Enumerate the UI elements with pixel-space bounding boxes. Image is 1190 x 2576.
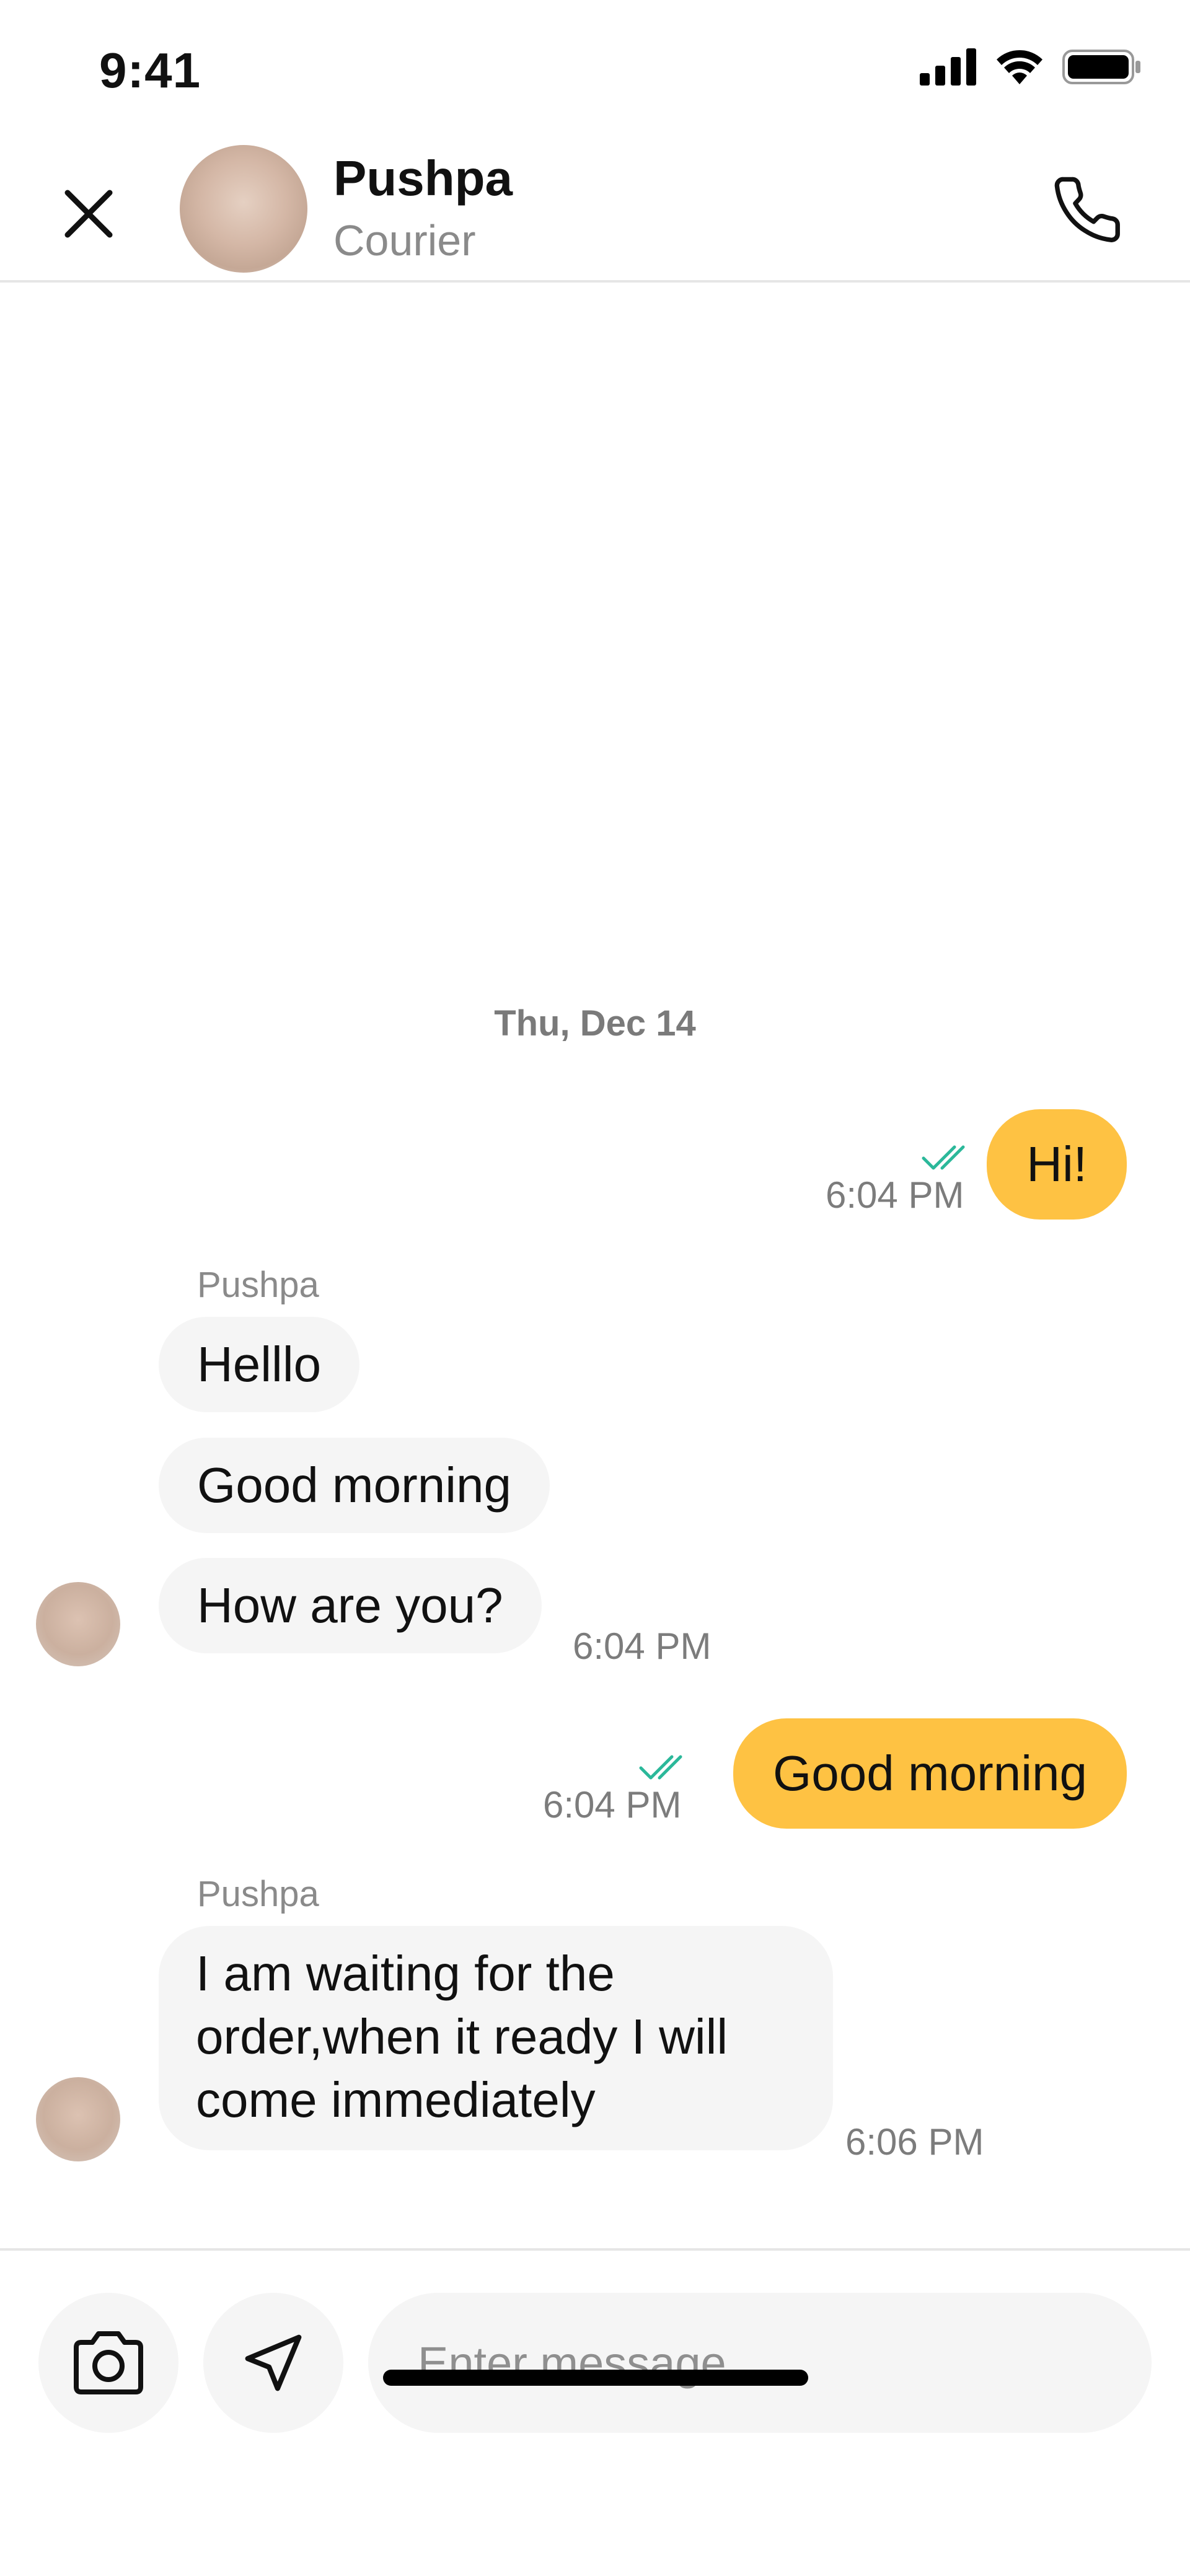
message-time: 6:04 PM — [573, 1625, 712, 1667]
call-button[interactable] — [1050, 171, 1130, 252]
date-divider: Thu, Dec 14 — [494, 1003, 696, 1044]
wifi-icon — [997, 50, 1042, 84]
message-time: 6:04 PM — [826, 1174, 964, 1216]
status-icons — [920, 48, 1142, 86]
cellular-signal-icon — [920, 48, 976, 86]
sender-name: Pushpa — [197, 1265, 319, 1305]
location-arrow-icon — [245, 2334, 302, 2391]
phone-icon — [1054, 177, 1120, 242]
incoming-message-bubble[interactable]: Helllo — [159, 1317, 360, 1412]
chat-header: Pushpa Courier — [0, 136, 1190, 283]
incoming-message-bubble[interactable]: Good morning — [159, 1438, 550, 1533]
incoming-message-bubble[interactable]: I am waiting for the order,when it ready… — [159, 1926, 833, 2150]
contact-avatar[interactable] — [180, 145, 307, 273]
sender-avatar[interactable] — [36, 2077, 120, 2161]
chat-screen: 9:41 Pushpa Courier Thu, Dec 14 Hi! 6:04… — [0, 0, 1190, 2576]
contact-role: Courier — [333, 216, 476, 265]
camera-icon — [74, 2331, 143, 2394]
battery-icon — [1062, 50, 1140, 84]
status-time: 9:41 — [99, 43, 201, 98]
close-icon — [64, 190, 113, 238]
share-location-button[interactable] — [203, 2293, 343, 2433]
read-receipt-icon — [922, 1145, 965, 1170]
outgoing-message-bubble[interactable]: Good morning — [733, 1718, 1127, 1829]
message-input[interactable] — [368, 2293, 1152, 2433]
incoming-message-bubble[interactable]: How are you? — [159, 1558, 542, 1653]
sender-name: Pushpa — [197, 1874, 319, 1914]
close-button[interactable] — [55, 180, 123, 248]
home-indicator[interactable] — [383, 2370, 808, 2386]
message-time: 6:04 PM — [543, 1784, 682, 1826]
outgoing-message-bubble[interactable]: Hi! — [987, 1109, 1127, 1220]
contact-name: Pushpa — [333, 151, 513, 206]
sender-avatar[interactable] — [36, 1582, 120, 1666]
status-bar: 9:41 — [0, 0, 1190, 136]
camera-button[interactable] — [38, 2293, 178, 2433]
message-composer — [0, 2248, 1190, 2576]
read-receipt-icon — [639, 1755, 682, 1780]
message-time: 6:06 PM — [845, 2121, 984, 2163]
